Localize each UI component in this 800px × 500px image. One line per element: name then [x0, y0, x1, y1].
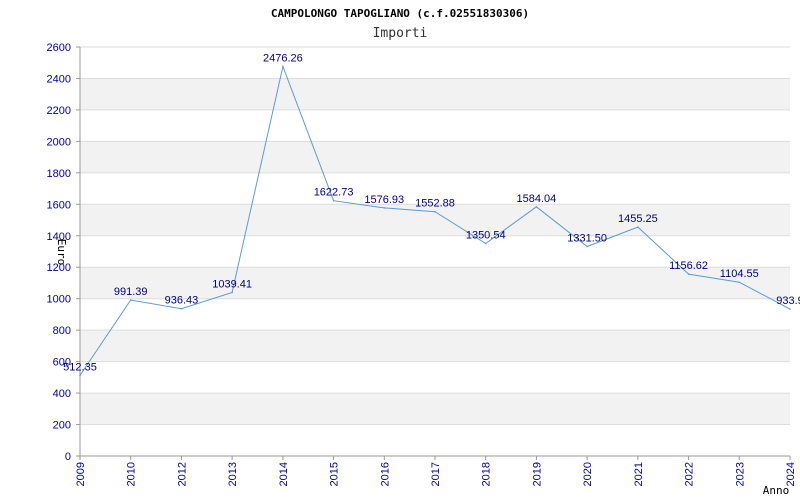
y-tick-label: 2000	[47, 136, 71, 148]
data-point	[789, 308, 791, 310]
x-tick-label: 2015	[329, 462, 341, 486]
data-label: 2476.26	[263, 52, 303, 64]
y-tick-label: 2400	[47, 73, 71, 85]
grid-band	[80, 78, 790, 110]
data-label: 1331.50	[567, 233, 607, 245]
data-point	[383, 207, 386, 209]
data-label: 1039.41	[212, 278, 252, 290]
grid-bands	[80, 46, 790, 457]
data-point	[535, 206, 538, 208]
data-label: 936.43	[165, 295, 199, 307]
x-tick-label: 2020	[582, 462, 594, 486]
data-label: 1552.88	[415, 198, 455, 210]
y-tick-label: 0	[65, 451, 71, 463]
data-label: 991.39	[114, 286, 148, 298]
x-axis-label: Anno	[763, 484, 790, 497]
y-tick-label: 1800	[47, 168, 71, 180]
y-tick-label: 800	[53, 325, 71, 337]
data-point	[332, 199, 335, 202]
data-point	[79, 374, 81, 377]
grid-band	[80, 109, 790, 142]
y-tick-label: 200	[53, 420, 71, 432]
y-axis-label: Euro	[55, 239, 68, 266]
data-point	[434, 210, 436, 213]
x-tick-label: 2016	[379, 462, 391, 486]
x-tick-label: 2013	[227, 462, 239, 486]
x-tick-label: 2024	[785, 462, 797, 486]
x-tick-label: 2022	[684, 462, 696, 486]
data-point	[687, 273, 690, 275]
x-tick-label: 2014	[278, 462, 290, 486]
y-tick-label: 400	[53, 388, 71, 400]
chart-subtitle: Importi	[373, 26, 428, 41]
data-point	[484, 242, 487, 245]
line-chart: CAMPOLONGO TAPOGLIANO (c.f.02551830306) …	[47, 7, 800, 497]
data-label: 1576.93	[364, 194, 404, 206]
x-tick-label: 2021	[633, 462, 645, 486]
x-tick-label: 2017	[430, 462, 442, 486]
x-tick-label: 2023	[734, 462, 746, 486]
x-tick-label: 2010	[126, 462, 138, 486]
grid-band	[80, 330, 790, 362]
x-axis-ticks: 2009 2010 2012 2013 2014 2015 2016 2017 2018 2019…	[75, 456, 797, 486]
data-label: 512.35	[63, 361, 97, 373]
data-label: 1350.54	[466, 230, 506, 242]
y-tick-label: 1000	[47, 294, 71, 306]
data-label: 933.9	[776, 295, 800, 307]
x-tick-label: 2012	[176, 462, 188, 486]
data-point	[282, 65, 284, 68]
data-label: 1455.25	[618, 213, 658, 225]
data-label: 1104.55	[720, 268, 759, 280]
grid-band	[80, 393, 790, 425]
y-tick-label: 2200	[47, 105, 71, 117]
data-label: 1156.62	[669, 260, 708, 272]
grid-band	[80, 424, 790, 456]
grid-band	[80, 141, 790, 173]
x-tick-label: 2019	[531, 462, 543, 486]
data-point	[231, 291, 233, 294]
data-point	[129, 299, 132, 301]
data-point	[738, 281, 741, 284]
data-label: 1622.73	[314, 187, 354, 199]
data-label: 1584.04	[517, 193, 557, 205]
grid-band	[80, 361, 790, 394]
data-point	[586, 245, 588, 248]
y-tick-label: 2600	[47, 42, 71, 54]
x-tick-label: 2018	[481, 462, 493, 486]
data-point	[637, 226, 639, 228]
chart-title: CAMPOLONGO TAPOGLIANO (c.f.02551830306)	[271, 7, 529, 20]
grid-band	[80, 47, 790, 79]
data-point	[180, 307, 183, 310]
x-tick-label: 2009	[75, 462, 87, 486]
y-tick-label: 1600	[47, 199, 71, 211]
